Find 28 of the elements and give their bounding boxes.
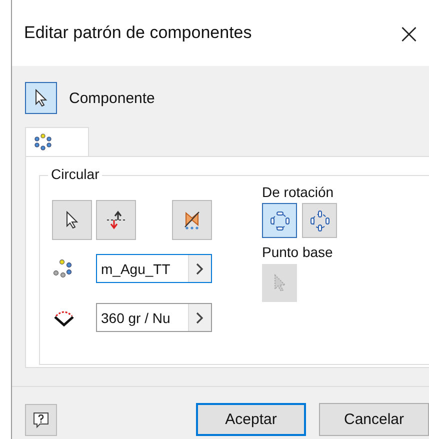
component-label: Componente bbox=[69, 90, 155, 106]
rotational-icon bbox=[268, 210, 290, 232]
fixed-button[interactable] bbox=[302, 203, 337, 238]
group-title: Circular bbox=[48, 166, 102, 182]
fixed-icon bbox=[308, 210, 330, 232]
input-field[interactable]: m_Agu_TT bbox=[96, 254, 212, 283]
help-icon bbox=[32, 410, 50, 428]
pattern-tab[interactable] bbox=[25, 127, 89, 156]
pointer-icon bbox=[34, 89, 48, 107]
pointer-icon bbox=[272, 274, 286, 292]
close-button[interactable]: × bbox=[389, 13, 429, 53]
pointer-icon bbox=[65, 211, 79, 229]
chevron-icon bbox=[188, 255, 211, 282]
window-title: Editar patrón de componentes bbox=[24, 23, 253, 43]
select-button[interactable] bbox=[25, 82, 57, 114]
cancel-button[interactable]: Cancelar bbox=[319, 403, 429, 436]
select-button[interactable] bbox=[52, 200, 92, 240]
midplane-button[interactable] bbox=[172, 200, 212, 240]
flip-arrows-icon bbox=[105, 210, 127, 230]
base-point-label: Punto base bbox=[262, 244, 334, 260]
accept-button[interactable]: Aceptar bbox=[196, 403, 306, 436]
flip-button[interactable] bbox=[96, 200, 136, 240]
rotational-button[interactable] bbox=[262, 203, 297, 238]
chevron-icon bbox=[188, 304, 211, 331]
circular-pattern-icon bbox=[34, 133, 52, 151]
help-button[interactable] bbox=[25, 404, 57, 436]
input-field[interactable]: 360 gr / Nu bbox=[96, 303, 212, 332]
rotation-label: De rotación bbox=[262, 184, 335, 200]
